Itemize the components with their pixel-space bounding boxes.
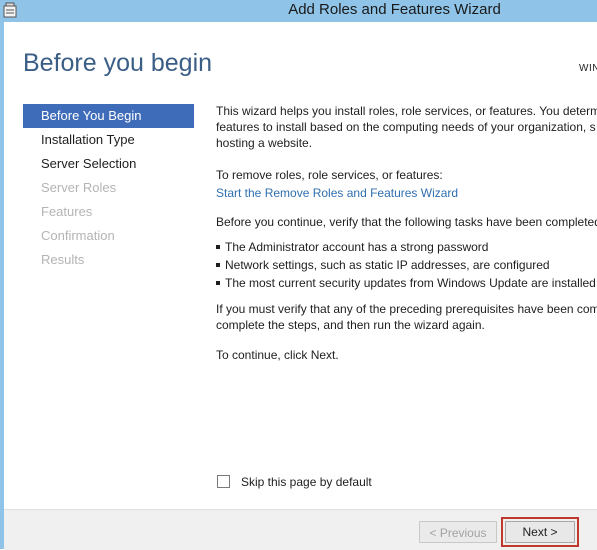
- nav-item-server-selection[interactable]: Server Selection: [23, 152, 194, 176]
- previous-button: < Previous: [419, 521, 497, 543]
- wizard-nav: Before You Begin Installation Type Serve…: [23, 104, 194, 272]
- task-list: The Administrator account has a strong p…: [216, 238, 597, 292]
- intro-text-line: hosting a website.: [216, 136, 313, 150]
- page-title: Before you begin: [23, 49, 213, 77]
- nav-item-before-you-begin[interactable]: Before You Begin: [23, 104, 194, 128]
- window-frame: [0, 22, 4, 549]
- window-title: Add Roles and Features Wizard: [288, 1, 501, 18]
- list-item: Network settings, such as static IP addr…: [216, 256, 597, 274]
- footer-bar: < Previous Next >: [4, 509, 597, 550]
- content-pane: This wizard helps you install roles, rol…: [216, 103, 597, 363]
- intro-text-line: This wizard helps you install roles, rol…: [216, 104, 597, 118]
- remove-heading: To remove roles, role services, or featu…: [216, 168, 443, 182]
- nav-item-results: Results: [41, 252, 85, 267]
- destination-server-label: WIN: [579, 63, 597, 74]
- skip-page-label: Skip this page by default: [241, 474, 372, 489]
- skip-page-checkbox[interactable]: [217, 475, 230, 489]
- next-button[interactable]: Next >: [505, 521, 575, 543]
- nav-item-confirmation: Confirmation: [41, 228, 115, 243]
- title-bar: Add Roles and Features Wizard: [0, 0, 597, 22]
- nav-item-server-roles: Server Roles: [41, 180, 117, 195]
- prereq-text-line: If you must verify that any of the prece…: [216, 302, 597, 316]
- next-button-highlight[interactable]: Next >: [501, 517, 579, 547]
- nav-item-features: Features: [41, 204, 93, 219]
- skip-page-option[interactable]: Skip this page by default: [217, 474, 372, 489]
- nav-item-installation-type[interactable]: Installation Type: [23, 128, 194, 152]
- continue-text: To continue, click Next.: [216, 348, 339, 362]
- intro-text-line: features to install based on the computi…: [216, 120, 596, 134]
- list-item: The Administrator account has a strong p…: [216, 238, 597, 256]
- prereq-text-line: complete the steps, and then run the wiz…: [216, 318, 485, 332]
- remove-roles-link[interactable]: Start the Remove Roles and Features Wiza…: [216, 185, 597, 201]
- list-item: The most current security updates from W…: [216, 274, 597, 292]
- verify-text: Before you continue, verify that the fol…: [216, 215, 597, 229]
